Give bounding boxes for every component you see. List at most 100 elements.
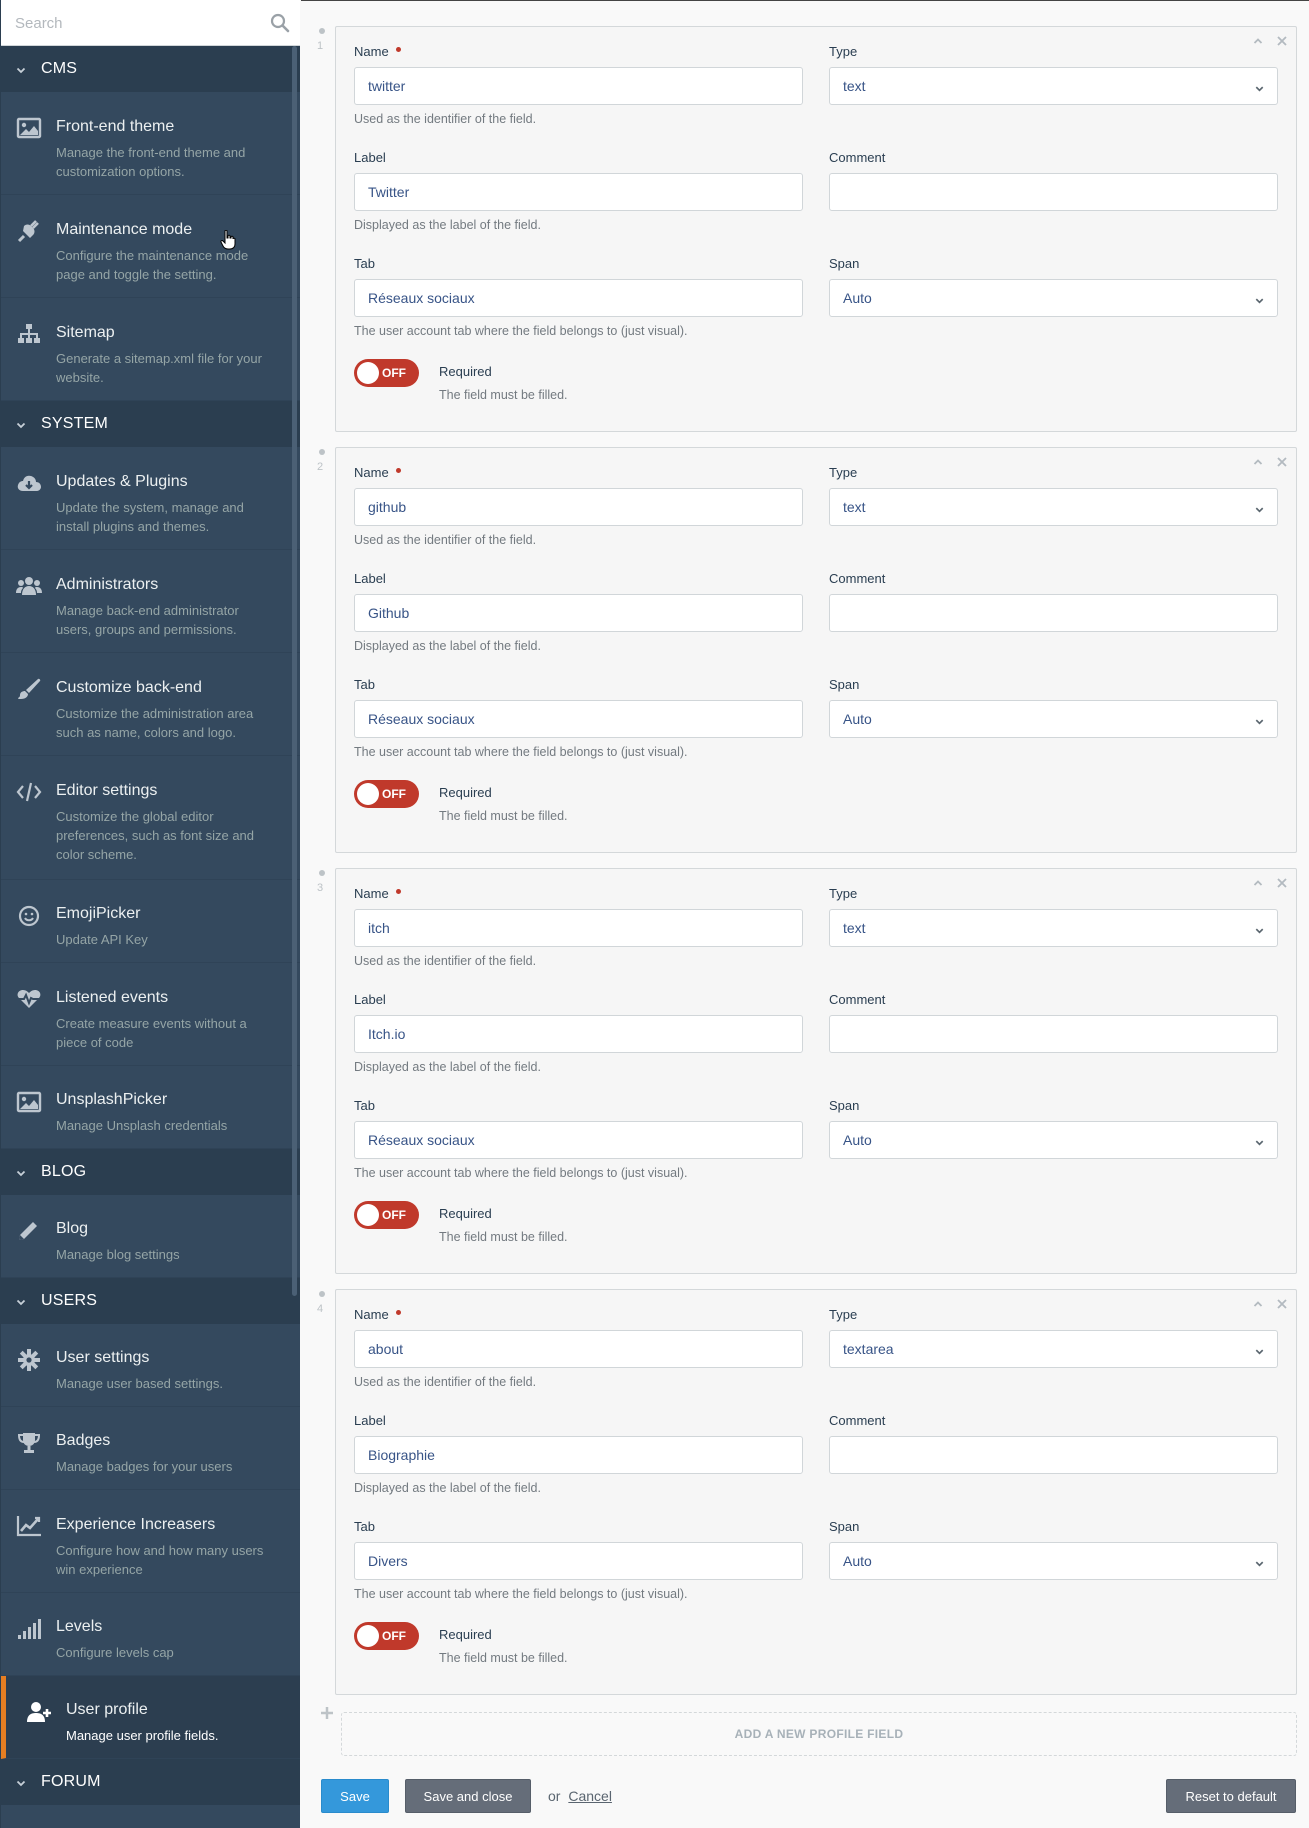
drag-handle-icon[interactable] <box>319 870 325 876</box>
close-icon[interactable] <box>1276 877 1288 889</box>
sidebar-item-title: Front-end theme <box>56 118 175 135</box>
sidebar-item-front-end-theme[interactable]: Front-end theme Manage the front-end the… <box>1 92 300 195</box>
type-select[interactable]: text <box>829 488 1278 526</box>
close-icon[interactable] <box>1276 1298 1288 1310</box>
required-switch[interactable]: OFF <box>354 359 419 387</box>
close-icon[interactable] <box>1276 456 1288 468</box>
mouse-cursor-icon <box>220 230 236 250</box>
sidebar-item-title: Experience Increasers <box>56 1516 216 1533</box>
save-and-close-button[interactable]: Save and close <box>405 1779 531 1813</box>
comment-label: Comment <box>829 571 886 586</box>
sidebar-item-description: Customize the administration area such a… <box>56 706 254 740</box>
sidebar-item-title: Maintenance mode <box>56 221 193 238</box>
drag-handle-icon[interactable] <box>319 1291 325 1297</box>
name-input[interactable]: itch <box>354 909 803 947</box>
sidebar-item-blog[interactable]: Blog Manage blog settings <box>1 1195 300 1278</box>
name-input[interactable]: twitter <box>354 67 803 105</box>
sidebar-item-user-profile[interactable]: User profile Manage user profile fields. <box>1 1676 300 1759</box>
users-icon <box>16 574 42 598</box>
drag-handle-icon[interactable] <box>319 449 325 455</box>
span-select[interactable]: Auto <box>829 700 1278 738</box>
profile-fields-form: 1 Name twitter Used as the identifier of… <box>301 0 1309 1828</box>
required-switch[interactable]: OFF <box>354 1622 419 1650</box>
sidebar-item-customize-back-end[interactable]: Customize back-end Customize the adminis… <box>1 653 300 756</box>
category-header-cms[interactable]: CMS <box>1 46 300 92</box>
collapse-icon[interactable] <box>1252 456 1264 468</box>
sidebar-item-unsplashpicker[interactable]: UnsplashPicker Manage Unsplash credentia… <box>1 1066 300 1149</box>
type-select[interactable]: textarea <box>829 1330 1278 1368</box>
collapse-icon[interactable] <box>1252 1298 1264 1310</box>
name-input[interactable]: about <box>354 1330 803 1368</box>
comment-input[interactable] <box>829 173 1278 211</box>
type-label: Type <box>829 465 858 480</box>
required-indicator <box>395 1310 401 1315</box>
category-label: CMS <box>41 60 78 77</box>
comment-input[interactable] <box>829 1015 1278 1053</box>
save-button[interactable]: Save <box>321 1779 389 1813</box>
label-input[interactable]: Itch.io <box>354 1015 803 1053</box>
line-chart-icon <box>16 1514 42 1538</box>
comment-input[interactable] <box>829 594 1278 632</box>
name-input[interactable]: github <box>354 488 803 526</box>
comment-input[interactable] <box>829 1436 1278 1474</box>
sidebar-scrollbar[interactable] <box>292 46 297 1296</box>
sidebar-item-title: Listened events <box>56 989 169 1006</box>
tab-label: Tab <box>354 677 375 692</box>
tab-input[interactable]: Divers <box>354 1542 803 1580</box>
tab-input[interactable]: Réseaux sociaux <box>354 279 803 317</box>
sidebar-item-description: Manage Unsplash credentials <box>56 1118 228 1133</box>
tab-input[interactable]: Réseaux sociaux <box>354 1121 803 1159</box>
label-input[interactable]: Biographie <box>354 1436 803 1474</box>
sidebar-item-emojipicker[interactable]: EmojiPicker Update API Key <box>1 880 300 963</box>
add-profile-field-button[interactable]: ADD A NEW PROFILE FIELD <box>341 1712 1297 1756</box>
tab-input[interactable]: Réseaux sociaux <box>354 700 803 738</box>
search-input[interactable] <box>1 0 300 46</box>
chevron-down-icon <box>15 1295 27 1307</box>
category-header-users[interactable]: USERS <box>1 1278 300 1324</box>
span-select[interactable]: Auto <box>829 1542 1278 1580</box>
switch-state: OFF <box>382 1208 406 1222</box>
reset-to-default-button[interactable]: Reset to default <box>1166 1779 1296 1813</box>
sidebar-item-experience-increasers[interactable]: Experience Increasers Configure how and … <box>1 1490 300 1593</box>
required-switch[interactable]: OFF <box>354 780 419 808</box>
category-header-system[interactable]: SYSTEM <box>1 401 300 447</box>
item-controls <box>1252 877 1288 889</box>
sidebar-item-title: UnsplashPicker <box>56 1091 168 1108</box>
drag-handle-icon[interactable] <box>319 28 325 34</box>
tab-label: Tab <box>354 1519 375 1534</box>
sitemap-icon <box>16 322 42 346</box>
plus-icon[interactable] <box>320 1706 334 1720</box>
code-icon <box>16 780 42 804</box>
close-icon[interactable] <box>1276 35 1288 47</box>
name-label: Name <box>354 886 401 901</box>
span-label: Span <box>829 256 860 271</box>
span-select[interactable]: Auto <box>829 1121 1278 1159</box>
category-label: USERS <box>41 1292 98 1309</box>
sidebar-item-badges[interactable]: Badges Manage badges for your users <box>1 1407 300 1490</box>
cancel-link[interactable]: Cancel <box>568 1788 612 1804</box>
sidebar-item-administrators[interactable]: Administrators Manage back-end administr… <box>1 550 300 653</box>
sidebar-item-updates-plugins[interactable]: Updates & Plugins Update the system, man… <box>1 447 300 550</box>
category-label: BLOG <box>41 1163 87 1180</box>
sidebar-item-listened-events[interactable]: Listened events Create measure events wi… <box>1 963 300 1066</box>
sidebar-item-editor-settings[interactable]: Editor settings Customize the global edi… <box>1 756 300 880</box>
sidebar-item-maintenance-mode[interactable]: Maintenance mode Configure the maintenan… <box>1 195 300 298</box>
type-select[interactable]: text <box>829 909 1278 947</box>
collapse-icon[interactable] <box>1252 35 1264 47</box>
type-select[interactable]: text <box>829 67 1278 105</box>
sidebar-item-levels[interactable]: Levels Configure levels cap <box>1 1593 300 1676</box>
sidebar-item-sitemap[interactable]: Sitemap Generate a sitemap.xml file for … <box>1 298 300 401</box>
name-help: Used as the identifier of the field. <box>354 112 537 126</box>
sidebar-item-user-settings[interactable]: User settings Manage user based settings… <box>1 1324 300 1407</box>
category-header-forum[interactable]: FORUM <box>1 1759 300 1805</box>
span-select[interactable]: Auto <box>829 279 1278 317</box>
label-label: Label <box>354 992 386 1007</box>
label-input[interactable]: Twitter <box>354 173 803 211</box>
sidebar-item-description: Manage badges for your users <box>56 1459 233 1474</box>
search-icon[interactable] <box>270 13 290 33</box>
collapse-icon[interactable] <box>1252 877 1264 889</box>
required-switch[interactable]: OFF <box>354 1201 419 1229</box>
image-icon <box>16 116 42 140</box>
category-header-blog[interactable]: BLOG <box>1 1149 300 1195</box>
label-input[interactable]: Github <box>354 594 803 632</box>
